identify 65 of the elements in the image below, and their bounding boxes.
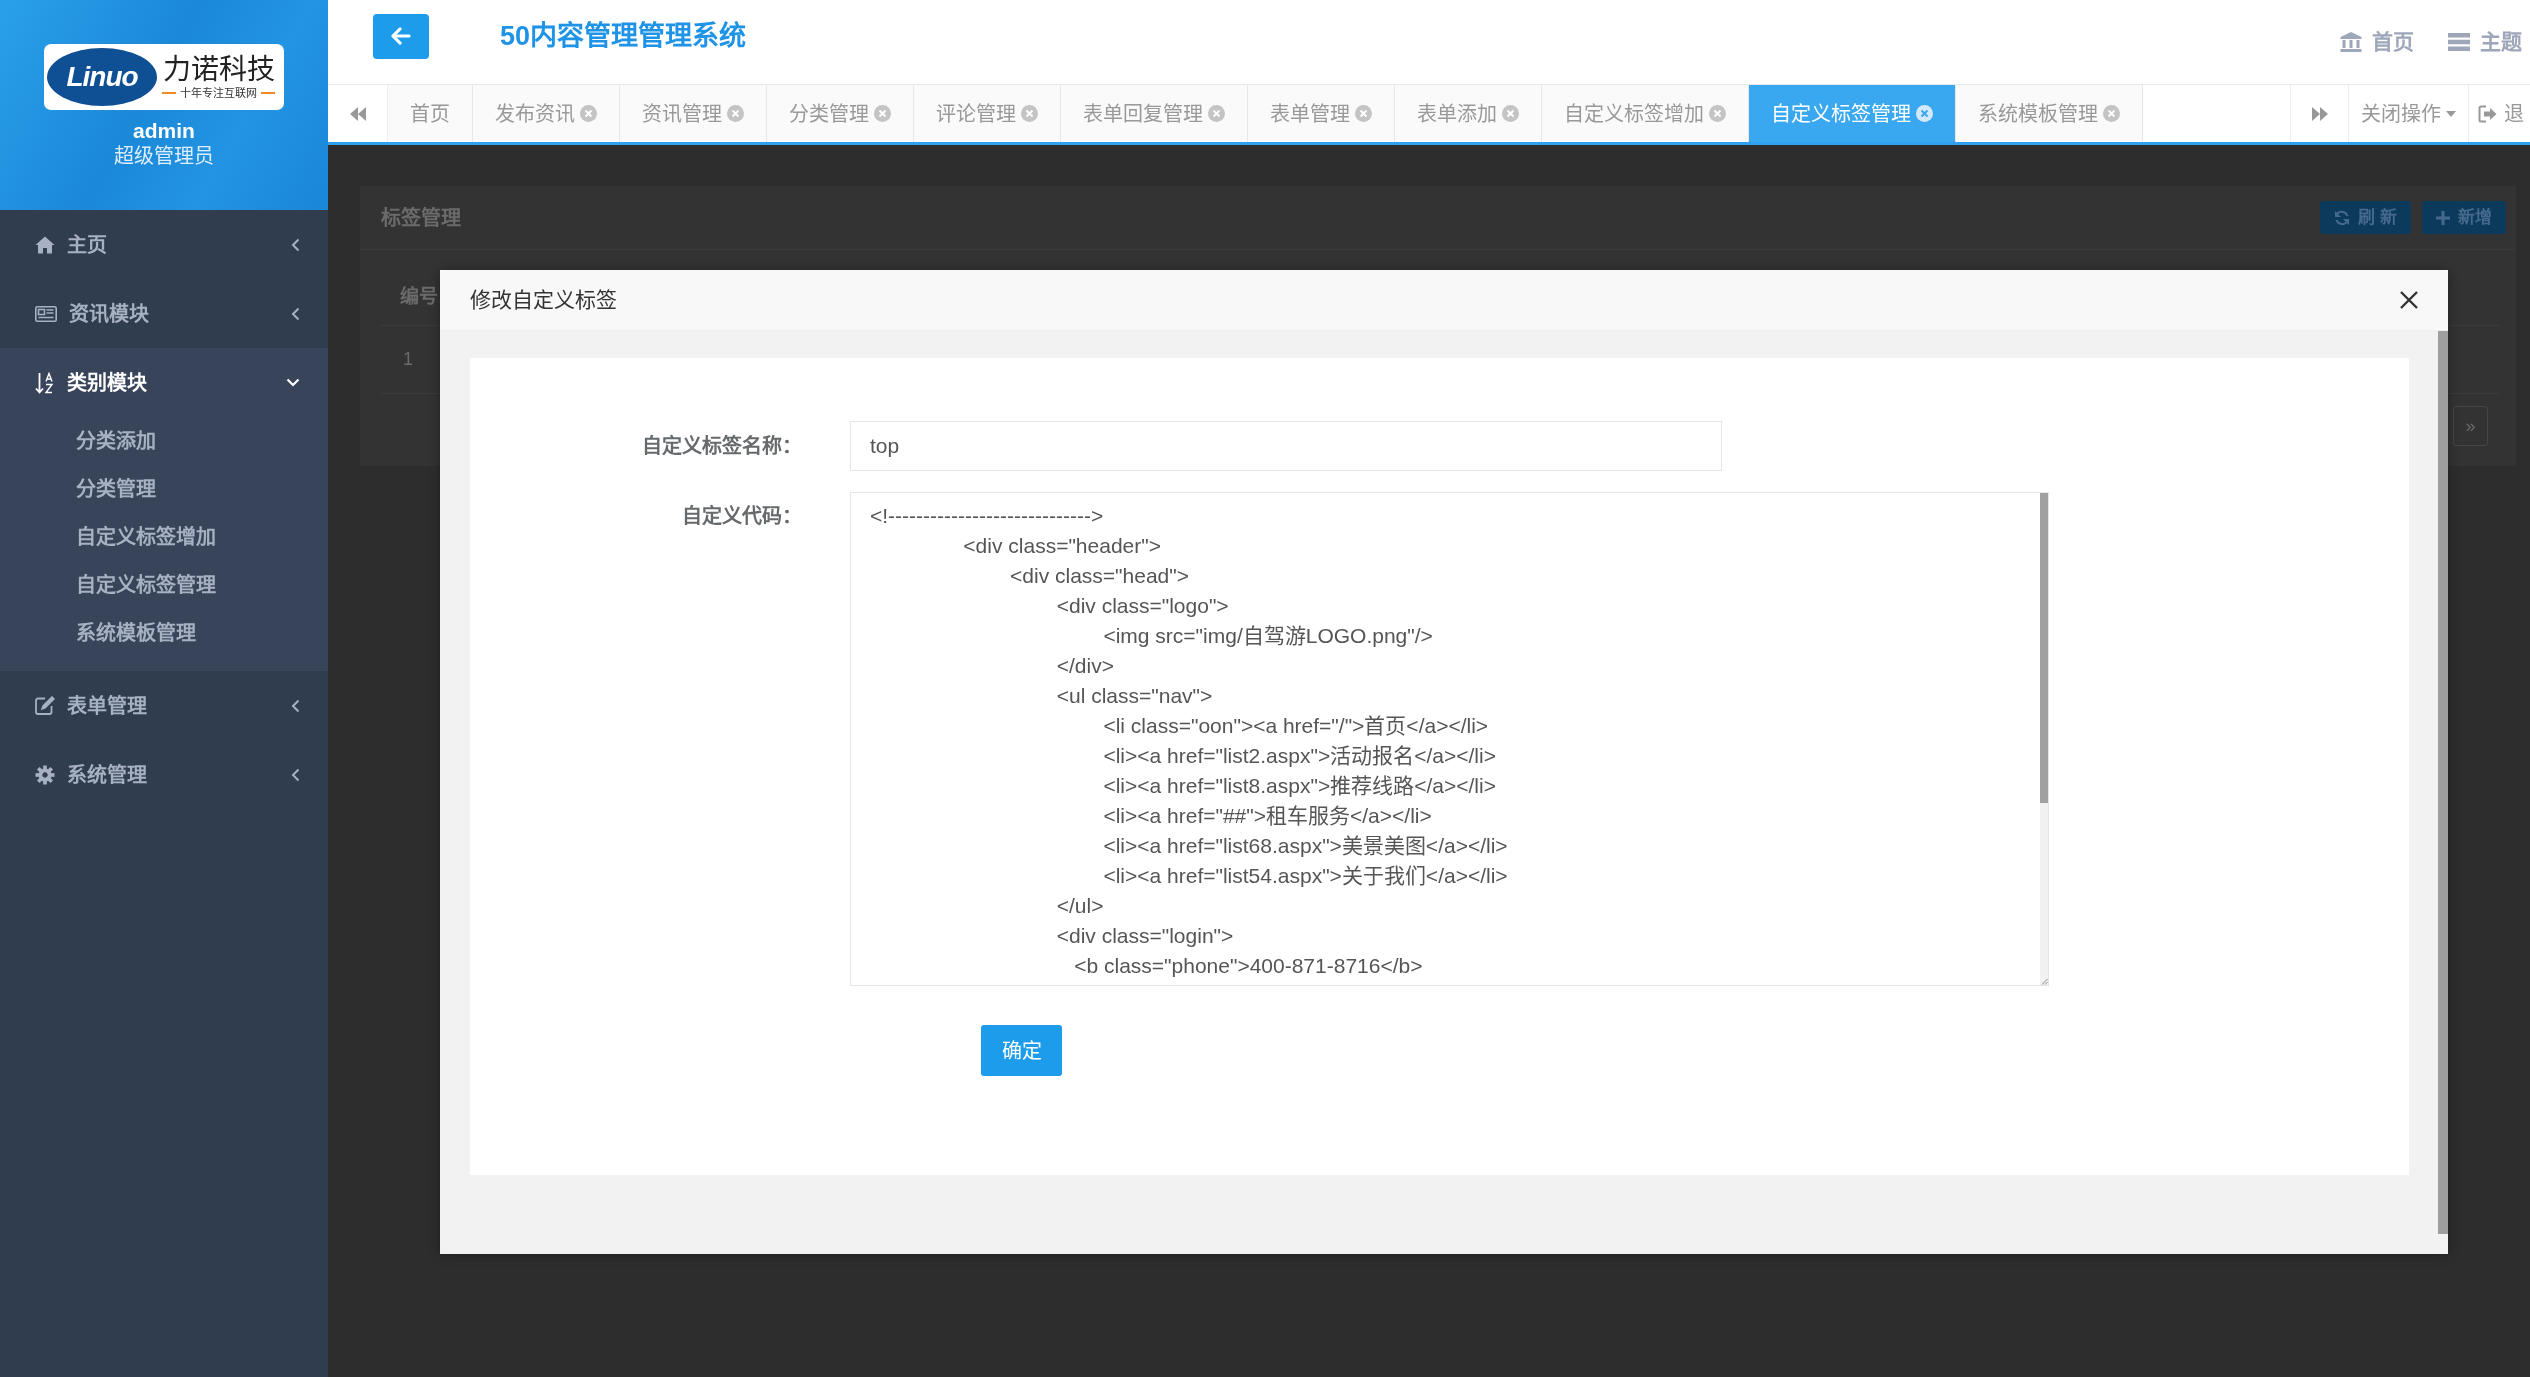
submenu-item[interactable]: 分类添加 bbox=[0, 417, 328, 465]
menu-item[interactable]: 类别模块 bbox=[0, 348, 328, 417]
field-label: 自定义代码： bbox=[681, 504, 802, 529]
field-label: 自定义标签名称： bbox=[641, 434, 802, 459]
menu-item[interactable]: 资讯模块 bbox=[0, 279, 328, 348]
tab[interactable]: 自定义标签管理 bbox=[1749, 85, 1956, 142]
user-role: 超级管理员 bbox=[114, 144, 214, 169]
submenu-item[interactable]: 分类管理 bbox=[0, 465, 328, 513]
bars-icon bbox=[2448, 33, 2470, 51]
table-cell-text: 1 bbox=[403, 348, 413, 371]
header-link[interactable]: 首页 bbox=[2340, 26, 2414, 58]
edit-icon bbox=[35, 696, 55, 715]
sort-icon bbox=[35, 371, 55, 394]
header-link[interactable]: 主题 bbox=[2448, 26, 2522, 58]
dialog-title: 修改自定义标签 bbox=[470, 287, 617, 314]
menu-item[interactable]: 主页 bbox=[0, 210, 328, 279]
close-icon[interactable] bbox=[2399, 290, 2419, 310]
back-button[interactable] bbox=[373, 13, 429, 59]
submit-button[interactable]: 确定 bbox=[981, 1025, 1062, 1076]
menu-item[interactable]: 系统管理 bbox=[0, 740, 328, 809]
gear-icon bbox=[35, 764, 55, 785]
backward-icon[interactable] bbox=[348, 106, 367, 121]
tab[interactable]: 系统模板管理 bbox=[1956, 85, 2143, 142]
scrollbar[interactable] bbox=[2438, 331, 2448, 1234]
logo-emblem: Linuo bbox=[47, 48, 157, 106]
panel-title: 标签管理 bbox=[381, 205, 461, 231]
pager-button[interactable]: » bbox=[2453, 406, 2488, 446]
company-name: 力诺科技 bbox=[162, 54, 275, 86]
tab[interactable]: 自定义标签增加 bbox=[1542, 85, 1749, 142]
submenu-item[interactable]: 自定义标签管理 bbox=[0, 561, 328, 609]
menu-item[interactable]: 表单管理 bbox=[0, 671, 328, 740]
exit-icon bbox=[2478, 104, 2498, 123]
home-icon bbox=[35, 235, 55, 254]
tab[interactable]: 表单回复管理 bbox=[1061, 85, 1248, 142]
code-field[interactable]: <!-----------------------------> <div class="header"> <div class="head"> <div class="logo"> <img src="img/自驾游LOGO.png"/> </div> <ul class="nav"> <li class="oon"><a href="/">首页</a></li> <li><a href="list2.aspx">活动报名</a></li> <li><a href="list8.aspx">推荐线路</a></li> <li><a href="##">租车服务</a></li> <li><a href="list68.aspx">美景美图</a></li> <li><a href="list54.aspx">关于我们</a></li> </ul> <div class="login"> <b class="phone">400-871-8716</b> bbox=[850, 492, 2049, 986]
table-header-cell-text: 编号 bbox=[400, 285, 438, 310]
tab[interactable]: 表单管理 bbox=[1248, 85, 1395, 142]
tab[interactable]: 分类管理 bbox=[767, 85, 914, 142]
tab[interactable]: 表单添加 bbox=[1395, 85, 1542, 142]
tab[interactable]: 资讯管理 bbox=[620, 85, 767, 142]
chevron-left-icon bbox=[291, 237, 300, 252]
forward-icon[interactable] bbox=[2310, 106, 2329, 121]
user-name: admin bbox=[133, 119, 195, 143]
chevron-left-icon bbox=[291, 698, 300, 713]
text-input[interactable]: top bbox=[850, 421, 1722, 471]
caret-icon bbox=[2446, 110, 2456, 117]
app-title: 50内容管理管理系统 bbox=[500, 19, 747, 53]
newspaper-icon bbox=[35, 305, 57, 322]
chevron-left-icon bbox=[291, 306, 300, 321]
refresh-button[interactable]: 刷 新 bbox=[2320, 201, 2411, 234]
tab[interactable]: 发布资讯 bbox=[473, 85, 620, 142]
submenu-item[interactable]: 自定义标签增加 bbox=[0, 513, 328, 561]
resize-grip-icon bbox=[2040, 977, 2048, 985]
add-button[interactable]: 新增 bbox=[2422, 201, 2506, 234]
arrow-left-icon bbox=[391, 27, 411, 45]
scrollbar-thumb[interactable] bbox=[2040, 493, 2048, 803]
chevron-left-icon bbox=[291, 767, 300, 782]
bank-icon bbox=[2340, 32, 2362, 52]
submenu-item[interactable]: 系统模板管理 bbox=[0, 609, 328, 657]
refresh-icon bbox=[2334, 209, 2351, 226]
tab[interactable]: 评论管理 bbox=[914, 85, 1061, 142]
chevron-down-icon bbox=[286, 378, 300, 387]
plus-icon bbox=[2436, 210, 2450, 225]
tab[interactable]: 首页 bbox=[388, 85, 473, 142]
company-slogan: 十年专注互联网 bbox=[180, 86, 257, 100]
